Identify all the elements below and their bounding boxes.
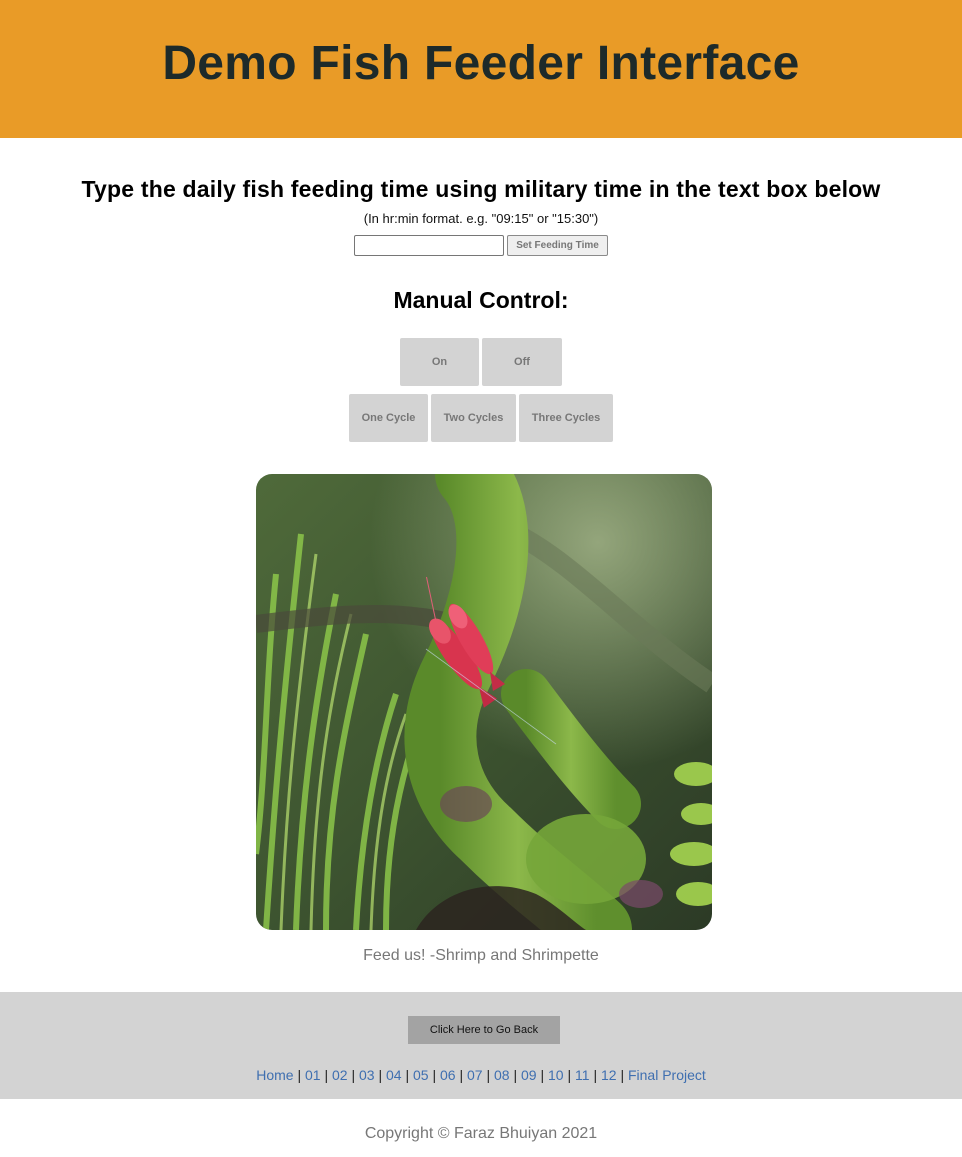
feeding-format-hint: (In hr:min format. e.g. "09:15" or "15:3…	[363, 211, 599, 226]
manual-power-buttons: On Off	[0, 338, 962, 386]
go-back-button[interactable]: Click Here to Go Back	[408, 1016, 560, 1044]
nav-link-12[interactable]: 12	[601, 1067, 617, 1083]
nav-separator: |	[324, 1067, 332, 1083]
footer-nav-band: Click Here to Go Back Home | 01 | 02 | 0…	[0, 992, 962, 1099]
nav-link-06[interactable]: 06	[440, 1067, 456, 1083]
two-cycles-button[interactable]: Two Cycles	[431, 394, 516, 442]
manual-cycle-buttons: One Cycle Two Cycles Three Cycles	[0, 394, 962, 442]
nav-separator: |	[459, 1067, 467, 1083]
nav-separator: |	[432, 1067, 440, 1083]
nav-link-11[interactable]: 11	[575, 1067, 590, 1083]
copyright-text: Copyright © Faraz Bhuiyan 2021	[364, 1125, 598, 1142]
feeding-time-input[interactable]	[354, 235, 504, 256]
footer-nav-links: Home | 01 | 02 | 03 | 04 | 05 | 06 | 07 …	[0, 1067, 962, 1083]
off-button[interactable]: Off	[482, 338, 562, 386]
nav-separator: |	[593, 1067, 601, 1083]
set-feeding-time-button[interactable]: Set Feeding Time	[507, 235, 608, 256]
page-header: Demo Fish Feeder Interface	[0, 0, 962, 138]
nav-separator: |	[513, 1067, 521, 1083]
nav-link-05[interactable]: 05	[413, 1067, 429, 1083]
nav-link-07[interactable]: 07	[467, 1067, 483, 1083]
nav-link-10[interactable]: 10	[548, 1067, 564, 1083]
on-button[interactable]: On	[400, 338, 479, 386]
nav-link-09[interactable]: 09	[521, 1067, 537, 1083]
nav-separator: |	[620, 1067, 628, 1083]
nav-link-03[interactable]: 03	[359, 1067, 375, 1083]
shrimp-photo	[256, 474, 712, 930]
nav-link-04[interactable]: 04	[386, 1067, 402, 1083]
nav-separator: |	[405, 1067, 413, 1083]
nav-link-01[interactable]: 01	[305, 1067, 321, 1083]
photo-caption: Feed us! -Shrimp and Shrimpette	[363, 947, 599, 964]
nav-link-08[interactable]: 08	[494, 1067, 510, 1083]
feeding-time-form: Set Feeding Time	[0, 235, 962, 256]
one-cycle-button[interactable]: One Cycle	[349, 394, 428, 442]
nav-separator: |	[567, 1067, 575, 1083]
manual-control-title: Manual Control:	[393, 287, 569, 313]
nav-separator: |	[297, 1067, 305, 1083]
nav-link-final-project[interactable]: Final Project	[628, 1067, 706, 1083]
page-title: Demo Fish Feeder Interface	[162, 36, 800, 90]
nav-link-02[interactable]: 02	[332, 1067, 348, 1083]
nav-link-home[interactable]: Home	[256, 1067, 293, 1083]
three-cycles-button[interactable]: Three Cycles	[519, 394, 613, 442]
nav-separator: |	[351, 1067, 359, 1083]
nav-separator: |	[378, 1067, 386, 1083]
nav-separator: |	[540, 1067, 548, 1083]
nav-separator: |	[486, 1067, 494, 1083]
shrimp-photo-image	[256, 474, 712, 930]
feeding-instruction: Type the daily fish feeding time using m…	[81, 176, 881, 202]
